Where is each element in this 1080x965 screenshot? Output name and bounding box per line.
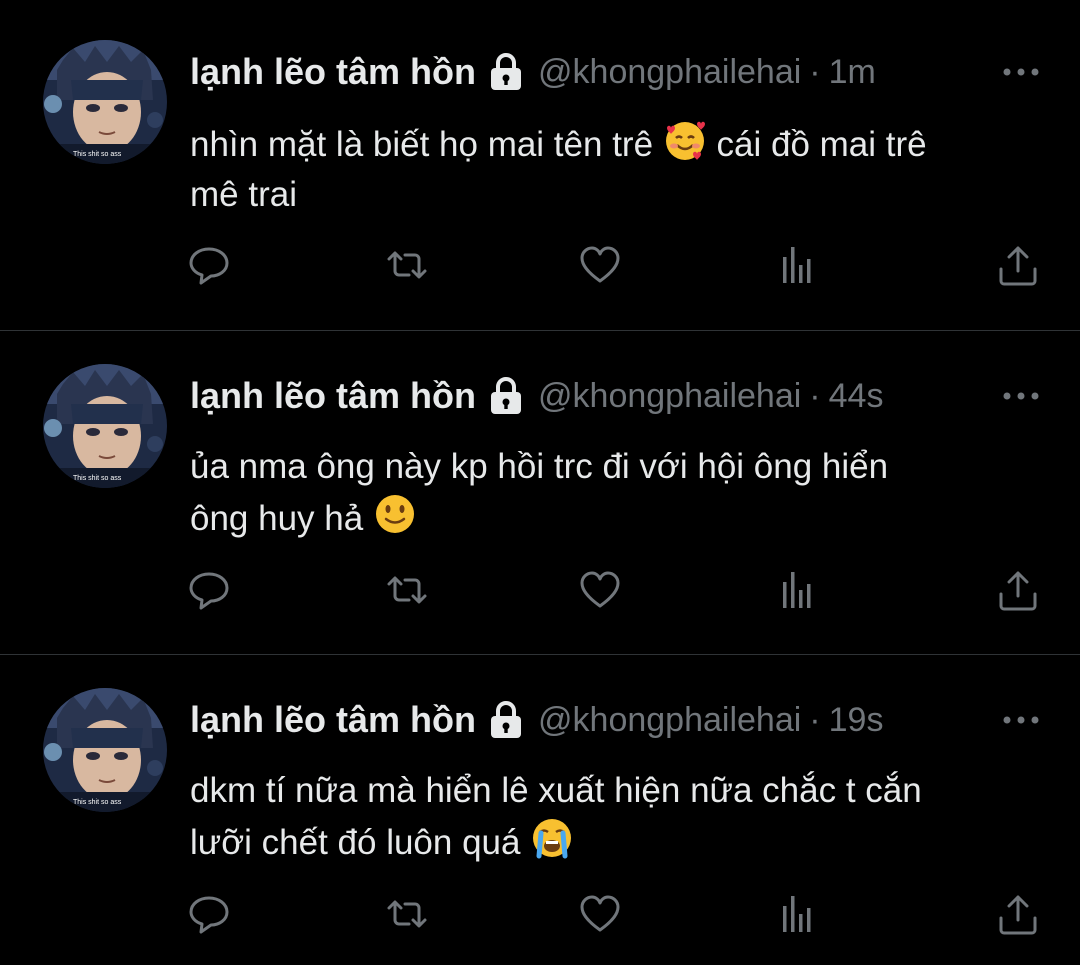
avatar-caption: This shit so ass (73, 151, 122, 158)
text-line: ông huy hả (190, 499, 364, 538)
timestamp[interactable]: 1m (829, 53, 876, 92)
separator: · (809, 700, 821, 739)
avatar-caption: This shit so ass (73, 799, 122, 806)
text-line: mê trai (190, 175, 297, 214)
avatar[interactable]: This shit so ass (43, 688, 167, 812)
handle[interactable]: @khongphailehai (538, 53, 801, 92)
text-line: nhìn mặt là biết họ mai tên trê (190, 125, 654, 164)
analytics-icon[interactable] (776, 243, 820, 287)
share-icon[interactable] (996, 892, 1040, 936)
reply-icon[interactable] (187, 892, 231, 936)
lock-icon (491, 53, 522, 90)
display-name[interactable]: lạnh lẽo tâm hồn (190, 699, 476, 741)
display-name[interactable]: lạnh lẽo tâm hồn (190, 51, 476, 93)
tweet-header: lạnh lẽo tâm hồn @khongphailehai · 44s (190, 366, 883, 426)
like-icon[interactable] (578, 568, 622, 612)
display-name[interactable]: lạnh lẽo tâm hồn (190, 375, 476, 417)
analytics-icon[interactable] (776, 568, 820, 612)
timestamp[interactable]: 44s (829, 377, 884, 416)
text-line: ủa nma ông này kp hồi trc đi với hội ông… (190, 447, 889, 486)
tweet-header: lạnh lẽo tâm hồn @khongphailehai · 19s (190, 690, 883, 750)
handle[interactable]: @khongphailehai (538, 701, 801, 740)
like-icon[interactable] (578, 243, 622, 287)
tweet-1[interactable]: This shit so ass lạnh lẽo tâm hồn @khong… (0, 0, 1080, 330)
tweet-text: nhìn mặt là biết họ mai tên trê cái đồ m… (190, 118, 1050, 220)
action-bar (0, 243, 1080, 293)
reply-icon[interactable] (187, 568, 231, 612)
lock-icon (491, 701, 522, 738)
more-icon[interactable] (1000, 710, 1042, 730)
avatar-caption: This shit so ass (73, 475, 122, 482)
retweet-icon[interactable] (385, 243, 429, 287)
slightly-smiling-face-icon (375, 495, 414, 533)
action-bar (0, 568, 1080, 618)
handle[interactable]: @khongphailehai (538, 377, 801, 416)
text-line: lưỡi chết đó luôn quá (190, 823, 521, 862)
tweet-text: ủa nma ông này kp hồi trc đi với hội ông… (190, 442, 1050, 544)
loudly-crying-face-icon (533, 819, 572, 859)
action-bar (0, 892, 1080, 942)
timestamp[interactable]: 19s (829, 701, 884, 740)
more-icon[interactable] (1000, 62, 1042, 82)
analytics-icon[interactable] (776, 892, 820, 936)
smiling-face-with-hearts-icon (665, 121, 705, 160)
avatar[interactable]: This shit so ass (43, 364, 167, 488)
reply-icon[interactable] (187, 243, 231, 287)
separator: · (809, 52, 821, 91)
text-line: dkm tí nữa mà hiển lê xuất hiện nữa chắc… (190, 771, 922, 810)
share-icon[interactable] (996, 243, 1040, 287)
avatar[interactable]: This shit so ass (43, 40, 167, 164)
separator: · (809, 376, 821, 415)
tweet-2[interactable]: This shit so ass lạnh lẽo tâm hồn @khong… (0, 331, 1080, 654)
share-icon[interactable] (996, 568, 1040, 612)
more-icon[interactable] (1000, 386, 1042, 406)
text-line: cái đồ mai trê (716, 125, 927, 164)
tweet-3[interactable]: This shit so ass lạnh lẽo tâm hồn @khong… (0, 655, 1080, 965)
retweet-icon[interactable] (385, 568, 429, 612)
retweet-icon[interactable] (385, 892, 429, 936)
tweet-header: lạnh lẽo tâm hồn @khongphailehai · 1m (190, 42, 876, 102)
like-icon[interactable] (578, 892, 622, 936)
tweet-text: dkm tí nữa mà hiển lê xuất hiện nữa chắc… (190, 766, 1050, 868)
lock-icon (491, 377, 522, 414)
